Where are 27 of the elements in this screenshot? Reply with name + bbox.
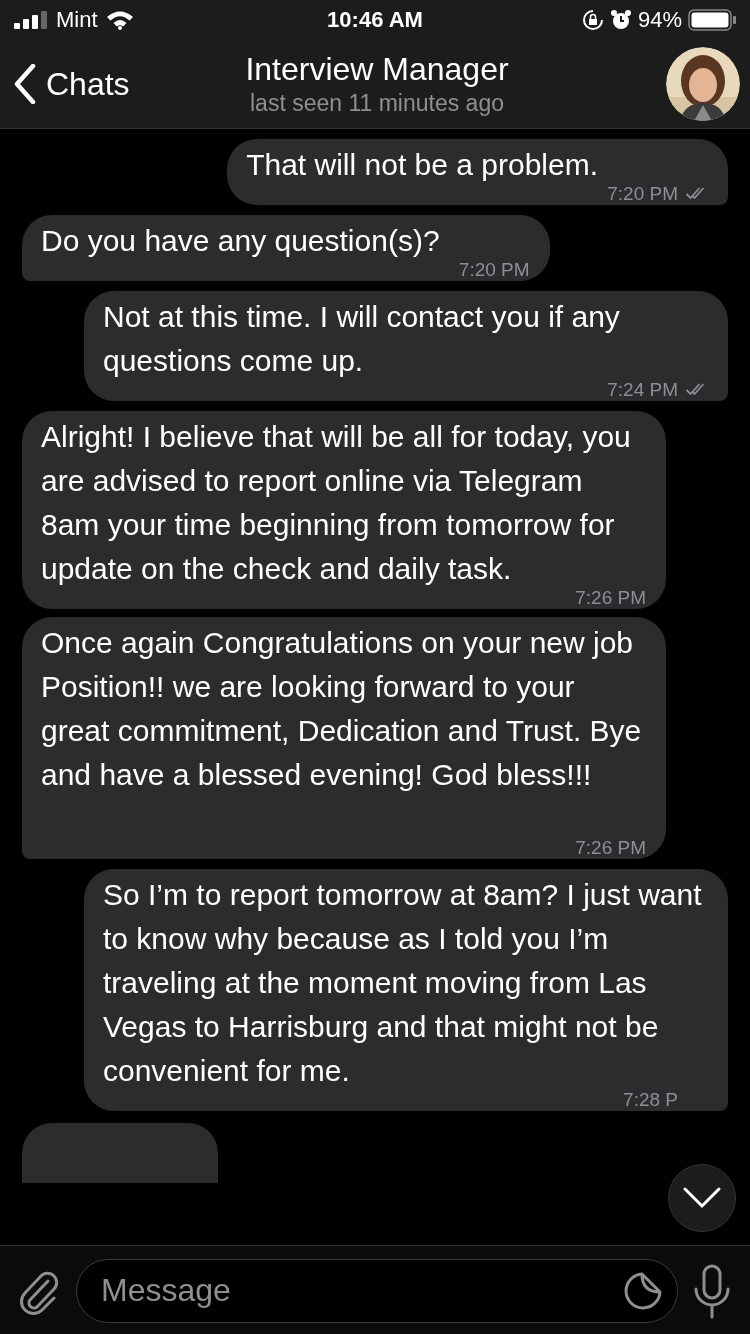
message-time: 7:24 PM xyxy=(607,380,678,399)
message-text: That will not be a problem. xyxy=(246,148,598,181)
message-time: 7:28 P xyxy=(623,1090,678,1109)
battery-icon xyxy=(688,9,736,31)
message-text: So I’m to report tomorrow at 8am? I just want to know why because as I told you I’m traveling at the moment moving from Las Vegas to Harrisburg and that might not be convenient for me. xyxy=(103,878,702,1087)
back-button[interactable]: Chats xyxy=(14,64,130,104)
alarm-icon xyxy=(609,9,632,31)
chat-title: Interview Manager xyxy=(245,51,509,88)
message-text: Once again Congratulations on your new job Position!! we are looking forward to your great commitment, Dedication and Trust. Bye and have a blessed evening! God bless!!! xyxy=(41,626,642,791)
chevron-left-icon xyxy=(14,64,36,104)
message-time: 7:26 PM xyxy=(575,838,646,857)
message-time: 7:20 PM xyxy=(458,260,530,279)
message-field[interactable]: Message xyxy=(76,1258,678,1323)
message-text: Alright! I believe that will be all for today, you are advised to report online via Telegram 8am your time beginning from tomorrow for update on the check and daily task. xyxy=(41,420,631,585)
microphone-icon[interactable] xyxy=(692,1262,732,1319)
chevron-down-icon xyxy=(683,1187,721,1209)
last-seen-status: last seen 11 minutes ago xyxy=(250,90,504,117)
signal-icon xyxy=(14,11,48,29)
wifi-icon xyxy=(105,10,134,30)
message-text: Do you have any question(s)? xyxy=(41,224,440,257)
rotation-lock-icon xyxy=(581,9,604,31)
message-text: Not at this time. I will contact you if any questions come up. xyxy=(103,300,620,377)
carrier-name: Mint xyxy=(56,7,98,33)
battery-percent: 94% xyxy=(637,7,682,33)
message-time: 7:26 PM xyxy=(575,588,646,607)
message-time: 7:20 PM xyxy=(607,184,678,203)
clock: 10:46 AM xyxy=(327,7,423,33)
